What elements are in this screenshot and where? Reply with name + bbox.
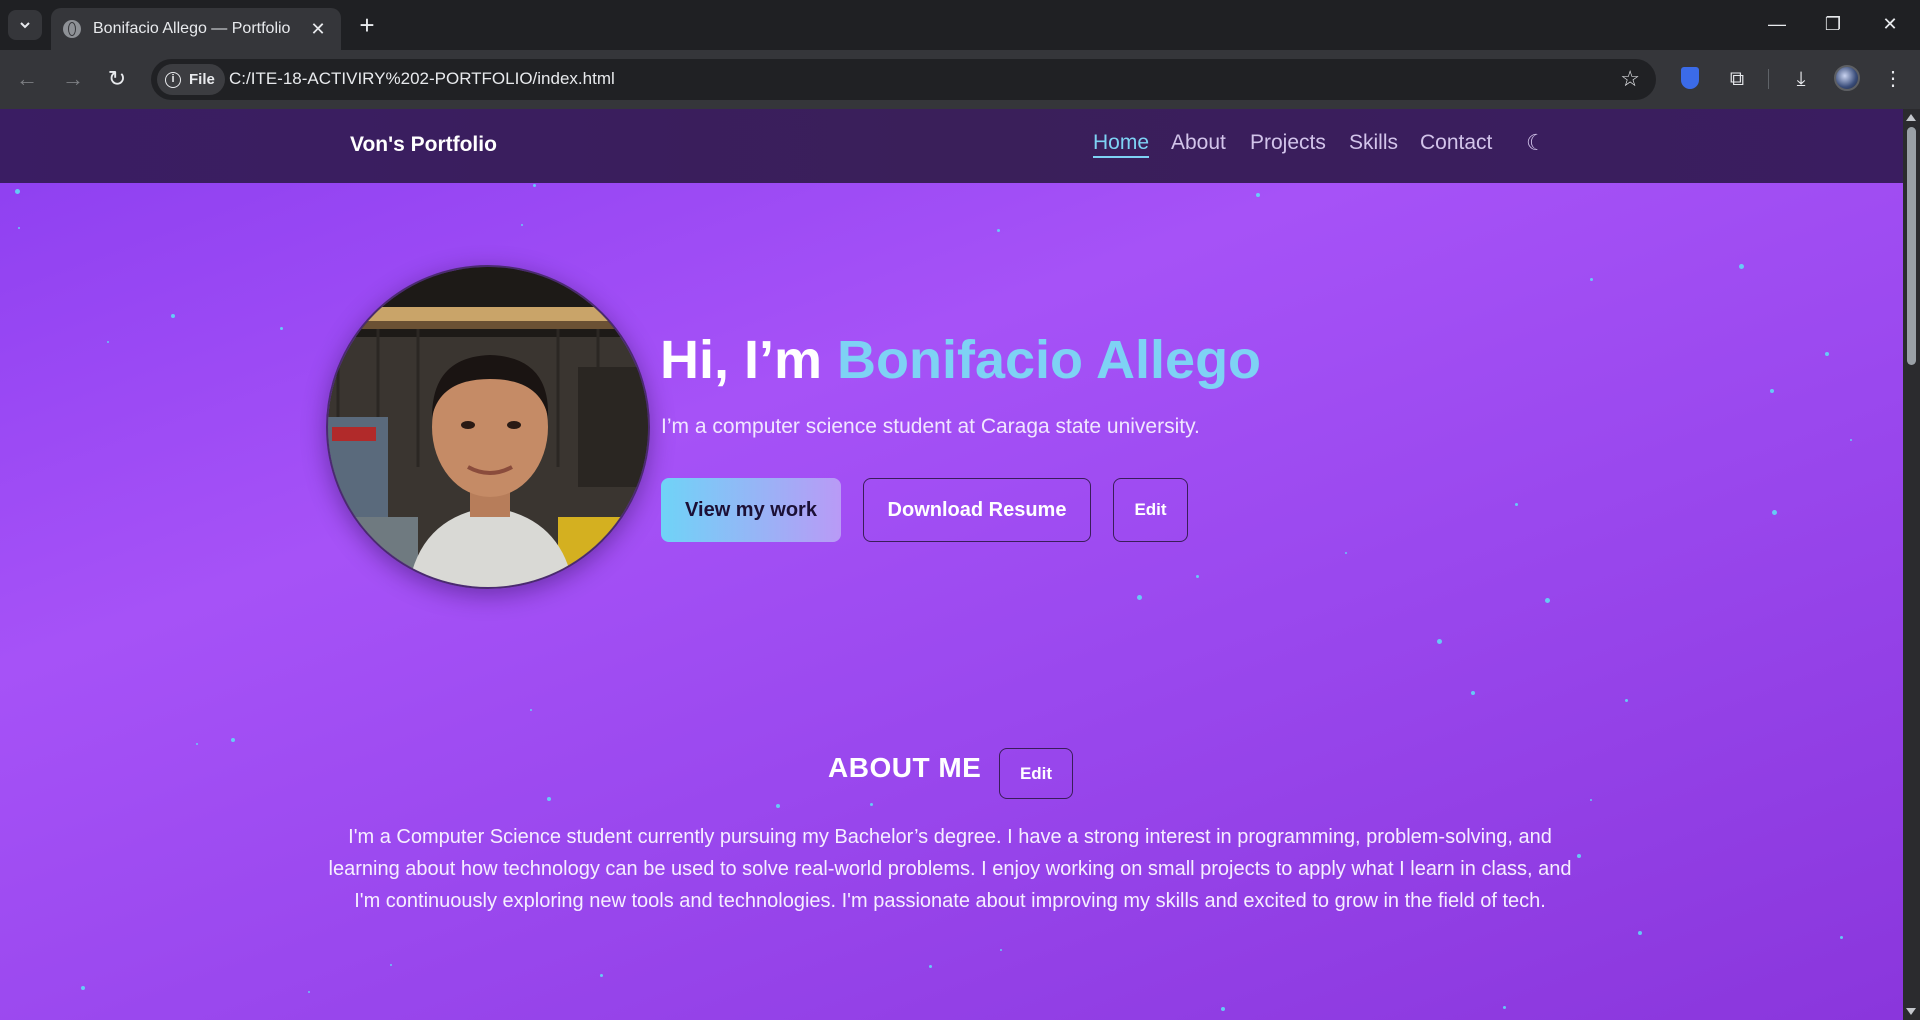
particle-dot	[171, 314, 175, 318]
particle-dot	[390, 964, 392, 966]
particle-dot	[547, 797, 551, 801]
particle-dot	[1850, 439, 1852, 441]
browser-tab[interactable]: Bonifacio Allego — Portfolio ✕	[51, 8, 341, 50]
particle-dot	[600, 974, 603, 977]
minimize-button[interactable]: —	[1754, 8, 1800, 40]
reload-button[interactable]: ↻	[100, 62, 134, 96]
page-scrollbar[interactable]	[1903, 109, 1920, 1020]
particle-dot	[196, 743, 198, 745]
bookmark-star-icon[interactable]: ☆	[1620, 66, 1640, 92]
particle-dot	[1345, 552, 1347, 554]
particle-dot	[776, 804, 780, 808]
particle-dot	[1503, 1006, 1506, 1009]
close-window-button[interactable]: ✕	[1867, 8, 1913, 40]
moon-icon[interactable]: ☾	[1526, 130, 1546, 156]
profile-photo-image	[328, 267, 648, 587]
particle-dot	[1471, 691, 1475, 695]
particle-dot	[280, 327, 283, 330]
hero-greeting: Hi, I’m	[660, 330, 838, 390]
tab-search-button[interactable]	[8, 10, 42, 40]
nav-link-projects[interactable]: Projects	[1250, 131, 1326, 155]
forward-button[interactable]: →	[56, 62, 90, 96]
globe-icon	[63, 20, 81, 38]
particle-dot	[530, 709, 532, 711]
nav-link-about[interactable]: About	[1171, 131, 1226, 155]
site-info-chip[interactable]: i File	[157, 64, 225, 95]
tab-title: Bonifacio Allego — Portfolio	[93, 20, 291, 37]
profile-avatar[interactable]	[1834, 65, 1860, 91]
site-info-label: File	[189, 71, 215, 88]
particle-dot	[15, 189, 20, 194]
restore-button[interactable]: ❐	[1810, 8, 1856, 40]
particle-dot	[1825, 352, 1829, 356]
hero-subtitle: I’m a computer science student at Caraga…	[661, 415, 1200, 438]
particle-dot	[1638, 931, 1642, 935]
scroll-thumb[interactable]	[1907, 127, 1916, 365]
particle-dot	[231, 738, 235, 742]
particle-dot	[1196, 575, 1199, 578]
nav-link-skills[interactable]: Skills	[1349, 131, 1398, 155]
hero-name: Bonifacio Allego	[837, 330, 1262, 390]
browser-tabstrip: Bonifacio Allego — Portfolio ✕ + — ❐ ✕	[0, 0, 1920, 50]
particle-dot	[1256, 193, 1260, 197]
scroll-down-arrow[interactable]	[1906, 1008, 1916, 1015]
particle-dot	[870, 803, 873, 806]
particle-dot	[1545, 598, 1550, 603]
page-viewport: Von's Portfolio Home About Projects Skil…	[0, 109, 1903, 1020]
particle-dot	[1739, 264, 1744, 269]
particle-dot	[308, 991, 310, 993]
particle-dot	[533, 184, 536, 187]
particle-dot	[1625, 699, 1628, 702]
particle-dot	[1590, 799, 1592, 801]
nav-link-contact[interactable]: Contact	[1420, 131, 1492, 155]
scroll-up-arrow[interactable]	[1906, 114, 1916, 121]
site-navbar: Von's Portfolio Home About Projects Skil…	[0, 109, 1903, 183]
address-bar[interactable]: i File C:/ITE-18-ACTIVIRY%202-PORTFOLIO/…	[151, 59, 1656, 100]
about-edit-button[interactable]: Edit	[999, 748, 1073, 799]
particle-dot	[1437, 639, 1442, 644]
download-resume-button[interactable]: Download Resume	[863, 478, 1091, 542]
info-icon: i	[165, 71, 181, 88]
particle-dot	[1000, 949, 1002, 951]
new-tab-button[interactable]: +	[352, 10, 382, 40]
about-paragraph: I'm a Computer Science student currently…	[328, 826, 1572, 912]
back-button[interactable]: ←	[10, 62, 44, 96]
browser-toolbar: ← → ↻ i File C:/ITE-18-ACTIVIRY%202-PORT…	[0, 50, 1920, 109]
extensions-icon[interactable]: ⧉	[1722, 64, 1752, 94]
particle-dot	[1590, 278, 1593, 281]
particle-dot	[81, 986, 85, 990]
particle-dot	[1840, 936, 1843, 939]
particle-dot	[1515, 503, 1518, 506]
site-brand[interactable]: Von's Portfolio	[350, 133, 497, 157]
menu-icon[interactable]: ⋮	[1878, 64, 1908, 94]
nav-link-home[interactable]: Home	[1093, 131, 1150, 158]
particle-dot	[521, 224, 523, 226]
particle-dot	[997, 229, 1000, 232]
particle-dot	[929, 965, 932, 968]
chevron-down-icon	[20, 22, 30, 29]
hero-heading: Hi, I’m Bonifacio Allego	[660, 329, 1261, 391]
password-manager-extension-icon[interactable]	[1681, 67, 1699, 89]
hero-edit-button[interactable]: Edit	[1113, 478, 1188, 542]
profile-photo	[326, 265, 650, 589]
particle-dot	[107, 341, 109, 343]
particle-dot	[1137, 595, 1142, 600]
particle-dot	[1772, 510, 1777, 515]
particle-dot	[18, 227, 20, 229]
url-text[interactable]: C:/ITE-18-ACTIVIRY%202-PORTFOLIO/index.h…	[229, 69, 615, 89]
toolbar-divider	[1768, 69, 1769, 89]
view-my-work-button[interactable]: View my work	[661, 478, 841, 542]
close-tab-icon[interactable]: ✕	[307, 19, 329, 40]
about-heading: ABOUT ME	[828, 752, 982, 783]
particle-dot	[1221, 1007, 1225, 1011]
download-icon[interactable]: ⤓	[1786, 64, 1816, 94]
particle-dot	[1770, 389, 1774, 393]
